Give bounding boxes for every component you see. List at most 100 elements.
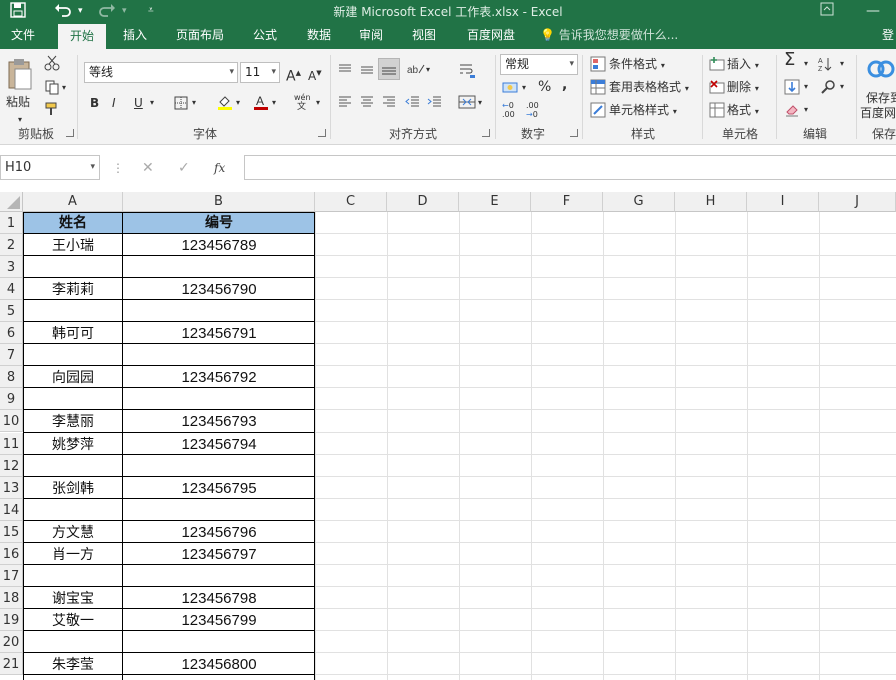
increase-decimal-button[interactable]: ←0.00 (502, 101, 515, 119)
format-cells-button[interactable]: 格式 ▾ (727, 101, 759, 121)
row-header[interactable]: 3 (0, 256, 23, 279)
name-cell[interactable]: 姚梦萍 (23, 433, 123, 455)
name-cell[interactable] (23, 565, 123, 587)
bold-button[interactable]: B (90, 94, 99, 112)
insert-function-button[interactable]: fx (214, 159, 225, 177)
name-cell[interactable] (23, 455, 123, 477)
row-header[interactable]: 4 (0, 278, 23, 301)
column-header-h[interactable]: H (675, 192, 747, 212)
format-cells-icon[interactable] (709, 102, 725, 121)
phonetic-dropdown-icon[interactable]: ▾ (316, 94, 320, 112)
row-header[interactable]: 17 (0, 564, 23, 587)
delete-cells-button[interactable]: 删除 ▾ (727, 78, 759, 98)
id-cell[interactable] (123, 499, 315, 521)
format-painter-icon[interactable] (44, 101, 60, 120)
format-as-table-button[interactable]: 套用表格格式 ▾ (609, 78, 689, 98)
align-right-icon[interactable] (381, 94, 397, 113)
paste-icon[interactable] (6, 57, 34, 91)
orientation-dropdown-icon[interactable]: ▾ (426, 61, 430, 79)
paste-label[interactable]: 粘贴 (6, 93, 30, 111)
copy-icon[interactable] (44, 79, 60, 98)
alignment-launcher-icon[interactable] (482, 129, 490, 137)
row-header[interactable]: 21 (0, 653, 23, 676)
tell-me-box[interactable]: 💡 告诉我您想要做什么... (540, 22, 678, 49)
id-cell[interactable]: 123456790 (123, 278, 315, 300)
autosum-dropdown-icon[interactable]: ▾ (804, 55, 808, 73)
tab-data[interactable]: 数据 (298, 22, 340, 49)
increase-font-icon[interactable]: A▲ (286, 64, 301, 86)
id-cell[interactable]: 123456797 (123, 543, 315, 565)
clear-icon[interactable] (784, 102, 800, 121)
accounting-dropdown-icon[interactable]: ▾ (522, 79, 526, 97)
name-cell[interactable]: 李慧丽 (23, 410, 123, 432)
row-header[interactable]: 19 (0, 608, 23, 631)
id-cell[interactable]: 123456796 (123, 521, 315, 543)
id-cell[interactable]: 123456794 (123, 433, 315, 455)
cell-styles-icon[interactable] (590, 102, 606, 121)
tab-formulas[interactable]: 公式 (244, 22, 286, 49)
orientation-icon[interactable]: ab (407, 61, 425, 80)
ribbon-display-icon[interactable] (820, 2, 834, 20)
id-cell[interactable]: 123456789 (123, 234, 315, 256)
drag-handle-icon[interactable]: ⋮ (112, 159, 124, 177)
row-header[interactable]: 15 (0, 520, 23, 543)
row-header[interactable]: 10 (0, 410, 23, 433)
id-cell[interactable] (123, 344, 315, 366)
increase-indent-icon[interactable] (427, 94, 443, 113)
cancel-icon[interactable]: ✕ (142, 159, 154, 177)
name-cell[interactable]: 李莉莉 (23, 278, 123, 300)
row-header[interactable]: 16 (0, 542, 23, 565)
id-cell[interactable] (123, 565, 315, 587)
name-cell[interactable] (23, 388, 123, 410)
fill-color-icon[interactable] (216, 93, 234, 114)
select-all-button[interactable] (0, 192, 23, 212)
align-middle-icon[interactable] (359, 62, 375, 81)
row-header[interactable]: 11 (0, 432, 23, 455)
sort-dropdown-icon[interactable]: ▾ (840, 55, 844, 73)
row-header[interactable]: 14 (0, 498, 23, 521)
align-left-icon[interactable] (337, 94, 353, 113)
font-launcher-icon[interactable] (318, 129, 326, 137)
name-cell[interactable]: 方文慧 (23, 521, 123, 543)
column-header-j[interactable]: J (819, 192, 896, 212)
tab-page-layout[interactable]: 页面布局 (168, 22, 232, 49)
id-cell[interactable] (123, 388, 315, 410)
cell-styles-button[interactable]: 单元格样式 ▾ (609, 101, 677, 121)
column-header-i[interactable]: I (747, 192, 819, 212)
name-cell[interactable]: 艾敬一 (23, 609, 123, 631)
row-header[interactable]: 18 (0, 586, 23, 609)
align-top-icon[interactable] (337, 62, 353, 81)
column-header-b[interactable]: B (123, 192, 315, 212)
tab-view[interactable]: 视图 (403, 22, 445, 49)
name-cell[interactable]: 谢宝宝 (23, 587, 123, 609)
id-cell[interactable]: 123456791 (123, 322, 315, 344)
name-box[interactable]: H10 ▾ (0, 155, 100, 180)
tab-insert[interactable]: 插入 (114, 22, 156, 49)
fill-dropdown-icon[interactable]: ▾ (804, 78, 808, 96)
insert-cells-button[interactable]: 插入 ▾ (727, 55, 759, 75)
tab-baidu-netdisk[interactable]: 百度网盘 (456, 22, 526, 49)
borders-icon[interactable] (174, 96, 188, 113)
name-cell[interactable]: 王小瑞 (23, 234, 123, 256)
copy-dropdown-icon[interactable]: ▾ (62, 79, 66, 97)
row-header[interactable]: 9 (0, 388, 23, 411)
id-cell[interactable] (123, 300, 315, 322)
insert-cells-icon[interactable] (709, 56, 725, 75)
find-dropdown-icon[interactable]: ▾ (840, 78, 844, 96)
name-cell[interactable]: 向园园 (23, 366, 123, 388)
fill-color-dropdown-icon[interactable]: ▾ (236, 94, 240, 112)
name-cell[interactable]: 张剑韩 (23, 477, 123, 499)
decrease-font-icon[interactable]: A▼ (308, 64, 322, 85)
conditional-format-icon[interactable] (590, 56, 606, 75)
row-header[interactable]: 13 (0, 476, 23, 499)
id-cell[interactable] (123, 455, 315, 477)
delete-cells-icon[interactable] (709, 79, 725, 98)
decrease-indent-icon[interactable] (405, 94, 421, 113)
row-header[interactable]: 1 (0, 212, 23, 235)
header-cell-name[interactable]: 姓名 (23, 212, 123, 235)
baidu-cloud-icon[interactable] (866, 57, 896, 84)
name-cell[interactable] (23, 300, 123, 322)
tab-review[interactable]: 审阅 (350, 22, 392, 49)
font-name-select[interactable]: 等线 ▾ (84, 62, 238, 83)
tab-home[interactable]: 开始 (58, 24, 106, 49)
